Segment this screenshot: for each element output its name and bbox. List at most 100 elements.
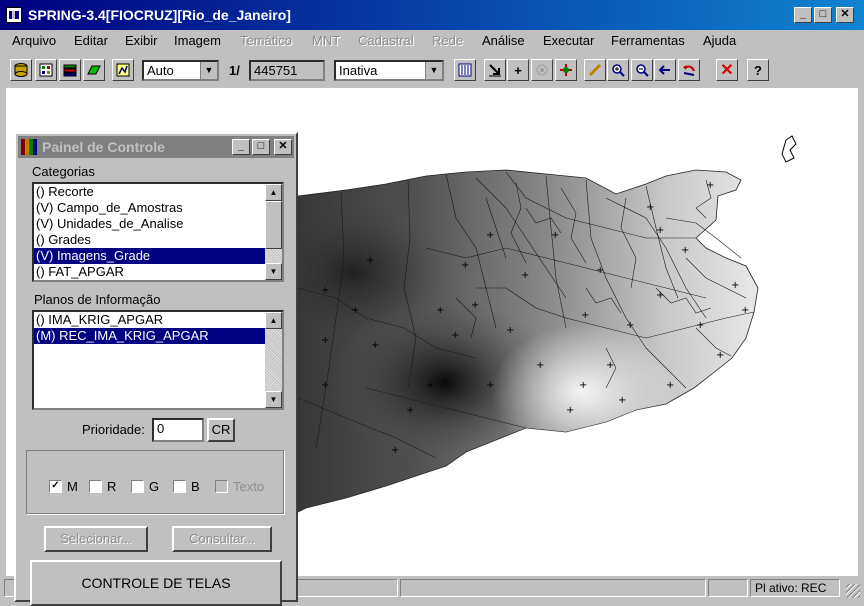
menu-tematico[interactable]: Temático	[240, 33, 292, 48]
svg-text:+: +	[618, 395, 626, 406]
svg-text:+: +	[321, 335, 329, 346]
priority-label: Prioridade:	[82, 422, 145, 437]
menu-executar[interactable]: Executar	[543, 33, 594, 48]
panel-title-bar[interactable]: Painel de Controle _ □ ✕	[18, 136, 294, 158]
planes-label: Planos de Informação	[34, 292, 161, 307]
panel-maximize-button[interactable]: □	[252, 139, 270, 155]
planes-scrollbar[interactable]: ▲ ▼	[265, 312, 282, 408]
color-channel-group: ✓ M R G B Texto	[26, 450, 284, 514]
planes-list[interactable]: () IMA_KRIG_APGAR (M) REC_IMA_KRIG_APGAR…	[32, 310, 284, 410]
menu-arquivo[interactable]: Arquivo	[12, 33, 56, 48]
svg-text:+: +	[351, 305, 359, 316]
list-item[interactable]: () IMA_KRIG_APGAR	[34, 312, 282, 328]
checkbox-g[interactable]: G	[131, 479, 159, 494]
scroll-thumb[interactable]	[265, 201, 282, 249]
chevron-down-icon[interactable]: ▼	[425, 62, 442, 79]
info-icon[interactable]	[531, 59, 553, 81]
menu-analise[interactable]: Análise	[482, 33, 525, 48]
close-icon[interactable]: ✕	[716, 59, 738, 81]
checkbox-texto[interactable]: Texto	[215, 479, 264, 494]
menu-exibir[interactable]: Exibir	[125, 33, 158, 48]
display-icon[interactable]	[454, 59, 476, 81]
svg-text:+: +	[566, 405, 574, 416]
svg-text:+: +	[371, 340, 379, 351]
back-icon[interactable]	[654, 59, 676, 81]
ruler-icon[interactable]	[584, 59, 606, 81]
draw-icon[interactable]	[112, 59, 134, 81]
list-item[interactable]: (M) REC_IMA_KRIG_APGAR	[34, 328, 282, 344]
zoom-mode-select[interactable]: Auto ▼	[142, 60, 219, 81]
control-panel: Painel de Controle _ □ ✕ Categorias () R…	[14, 132, 298, 606]
database-icon[interactable]	[10, 59, 32, 81]
cr-button[interactable]: CR	[207, 418, 235, 442]
svg-text:+: +	[731, 280, 739, 291]
screens-control-button[interactable]: CONTROLE DE TELAS	[30, 560, 282, 606]
checkbox-m-box[interactable]: ✓	[49, 480, 62, 493]
pan-icon[interactable]	[555, 59, 577, 81]
scroll-up-icon[interactable]: ▲	[265, 184, 282, 201]
chevron-down-icon[interactable]: ▼	[200, 62, 217, 79]
svg-text:+: +	[436, 305, 444, 316]
menu-ferramentas[interactable]: Ferramentas	[611, 33, 685, 48]
resize-grip[interactable]	[846, 584, 860, 598]
select-button[interactable]: Selecionar...	[44, 526, 148, 552]
svg-text:+: +	[626, 320, 634, 331]
svg-text:+: +	[521, 270, 529, 281]
menu-editar[interactable]: Editar	[74, 33, 108, 48]
list-item[interactable]: (V) Imagens_Grade	[34, 248, 282, 264]
undo-icon[interactable]	[678, 59, 700, 81]
checkbox-r[interactable]: R	[89, 479, 116, 494]
svg-text:+: +	[391, 445, 399, 456]
checkbox-b-box[interactable]	[173, 480, 186, 493]
checkbox-b[interactable]: B	[173, 479, 200, 494]
panel-title: Painel de Controle	[42, 139, 165, 155]
svg-text:+: +	[321, 285, 329, 296]
menu-ajuda[interactable]: Ajuda	[703, 33, 736, 48]
menu-imagem[interactable]: Imagem	[174, 33, 221, 48]
plane-icon[interactable]	[83, 59, 105, 81]
checkbox-g-box[interactable]	[131, 480, 144, 493]
cursor-icon[interactable]	[484, 59, 506, 81]
checkbox-texto-box[interactable]	[215, 480, 228, 493]
menu-mnt[interactable]: MNT	[312, 33, 340, 48]
menu-cadastral[interactable]: Cadastral	[358, 33, 414, 48]
checkbox-m[interactable]: ✓ M	[49, 479, 78, 494]
scroll-down-icon[interactable]: ▼	[265, 263, 282, 280]
list-item[interactable]: (V) Campo_de_Amostras	[34, 200, 282, 216]
list-item[interactable]: () Recorte	[34, 184, 282, 200]
list-item[interactable]: () Grades	[34, 232, 282, 248]
status-select[interactable]: Inativa ▼	[334, 60, 444, 81]
panel-icon	[21, 139, 37, 155]
svg-text:+: +	[486, 230, 494, 241]
panel-close-button[interactable]: ✕	[274, 139, 292, 155]
scroll-up-icon[interactable]: ▲	[265, 312, 282, 329]
maximize-button[interactable]: □	[814, 7, 832, 23]
close-button[interactable]: ✕	[836, 7, 854, 23]
svg-text:+: +	[406, 405, 414, 416]
help-icon[interactable]: ?	[747, 59, 769, 81]
scroll-down-icon[interactable]: ▼	[265, 391, 282, 408]
query-button[interactable]: Consultar...	[172, 526, 272, 552]
scale-field[interactable]: 445751	[249, 60, 325, 81]
categories-list[interactable]: () Recorte (V) Campo_de_Amostras (V) Uni…	[32, 182, 284, 282]
zoom-mode-value: Auto	[147, 63, 174, 78]
svg-text:+: +	[666, 380, 674, 391]
svg-text:+: +	[696, 320, 704, 331]
zoom-out-icon[interactable]	[631, 59, 653, 81]
layers-icon[interactable]	[59, 59, 81, 81]
zoom-in-icon[interactable]	[607, 59, 629, 81]
categories-scrollbar[interactable]: ▲ ▼	[265, 184, 282, 280]
minimize-button[interactable]: _	[794, 7, 812, 23]
priority-input[interactable]: 0	[152, 418, 204, 442]
svg-text:+: +	[486, 380, 494, 391]
list-item[interactable]: (V) Unidades_de_Analise	[34, 216, 282, 232]
scale-prefix: 1/	[229, 63, 240, 78]
app-icon[interactable]	[6, 7, 22, 23]
plus-icon[interactable]: +	[507, 59, 529, 81]
image-icon[interactable]	[35, 59, 57, 81]
svg-text:+: +	[451, 330, 459, 341]
panel-minimize-button[interactable]: _	[232, 139, 250, 155]
checkbox-r-box[interactable]	[89, 480, 102, 493]
menu-rede[interactable]: Rede	[432, 33, 463, 48]
list-item[interactable]: () FAT_APGAR	[34, 264, 282, 280]
